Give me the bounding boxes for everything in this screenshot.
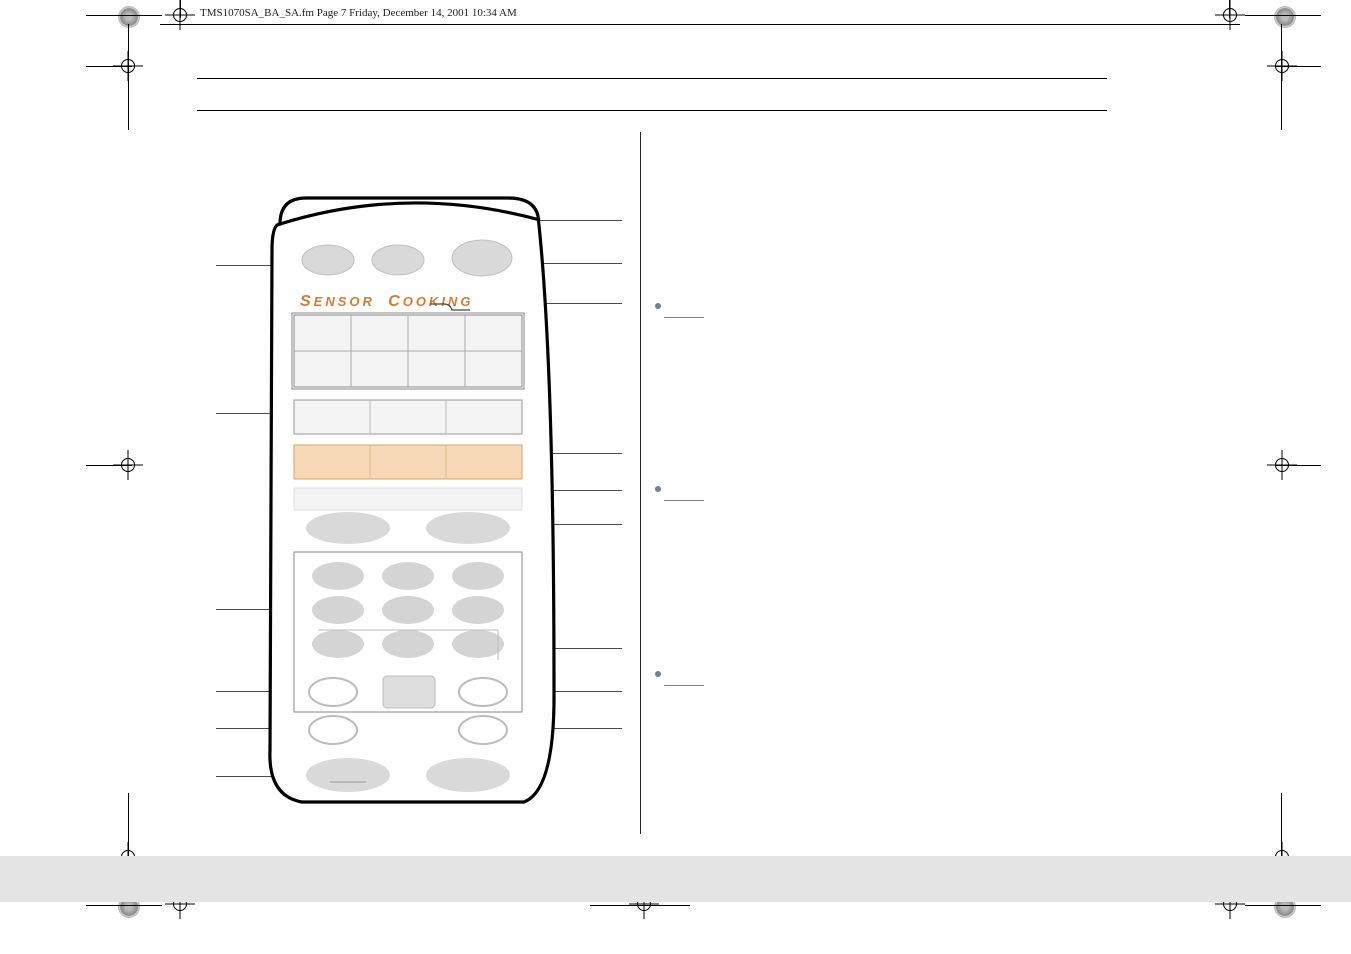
crop-line xyxy=(86,465,132,466)
column-divider xyxy=(640,132,641,834)
crop-line xyxy=(1245,905,1321,906)
bullet-icon xyxy=(655,486,661,492)
crop-line xyxy=(1245,15,1321,16)
crop-target-icon xyxy=(1221,6,1239,24)
registration-mark-icon xyxy=(118,6,140,28)
sensor-cap-c: C xyxy=(388,293,403,310)
crop-line xyxy=(1281,24,1282,130)
registration-mark-icon xyxy=(1274,6,1296,28)
page-rule-top-thin xyxy=(197,110,1107,111)
crop-line xyxy=(590,905,690,906)
section-underline xyxy=(664,685,704,686)
sensor-word-ensor: ENSOR xyxy=(314,294,375,309)
sensor-cap-s: S xyxy=(300,293,314,310)
crop-line xyxy=(86,66,132,67)
crop-line xyxy=(1229,0,1230,18)
section-underline xyxy=(664,317,704,318)
bullet-icon xyxy=(655,671,661,677)
sensor-heading-underline-icon xyxy=(430,298,480,314)
footer-band xyxy=(0,856,1351,902)
crop-line xyxy=(128,24,129,130)
crop-line xyxy=(1275,465,1321,466)
crop-line xyxy=(86,15,162,16)
bullet-icon xyxy=(655,303,661,309)
crop-line xyxy=(180,0,181,18)
crop-line xyxy=(86,905,162,906)
control-panel-illustration xyxy=(258,190,558,810)
header-filename-line: TMS1070SA_BA_SA.fm Page 7 Friday, Decemb… xyxy=(160,6,1240,25)
header-filename-text: TMS1070SA_BA_SA.fm Page 7 Friday, Decemb… xyxy=(200,7,517,19)
page-rule-top-bold xyxy=(197,78,1107,79)
section-underline xyxy=(664,500,704,501)
